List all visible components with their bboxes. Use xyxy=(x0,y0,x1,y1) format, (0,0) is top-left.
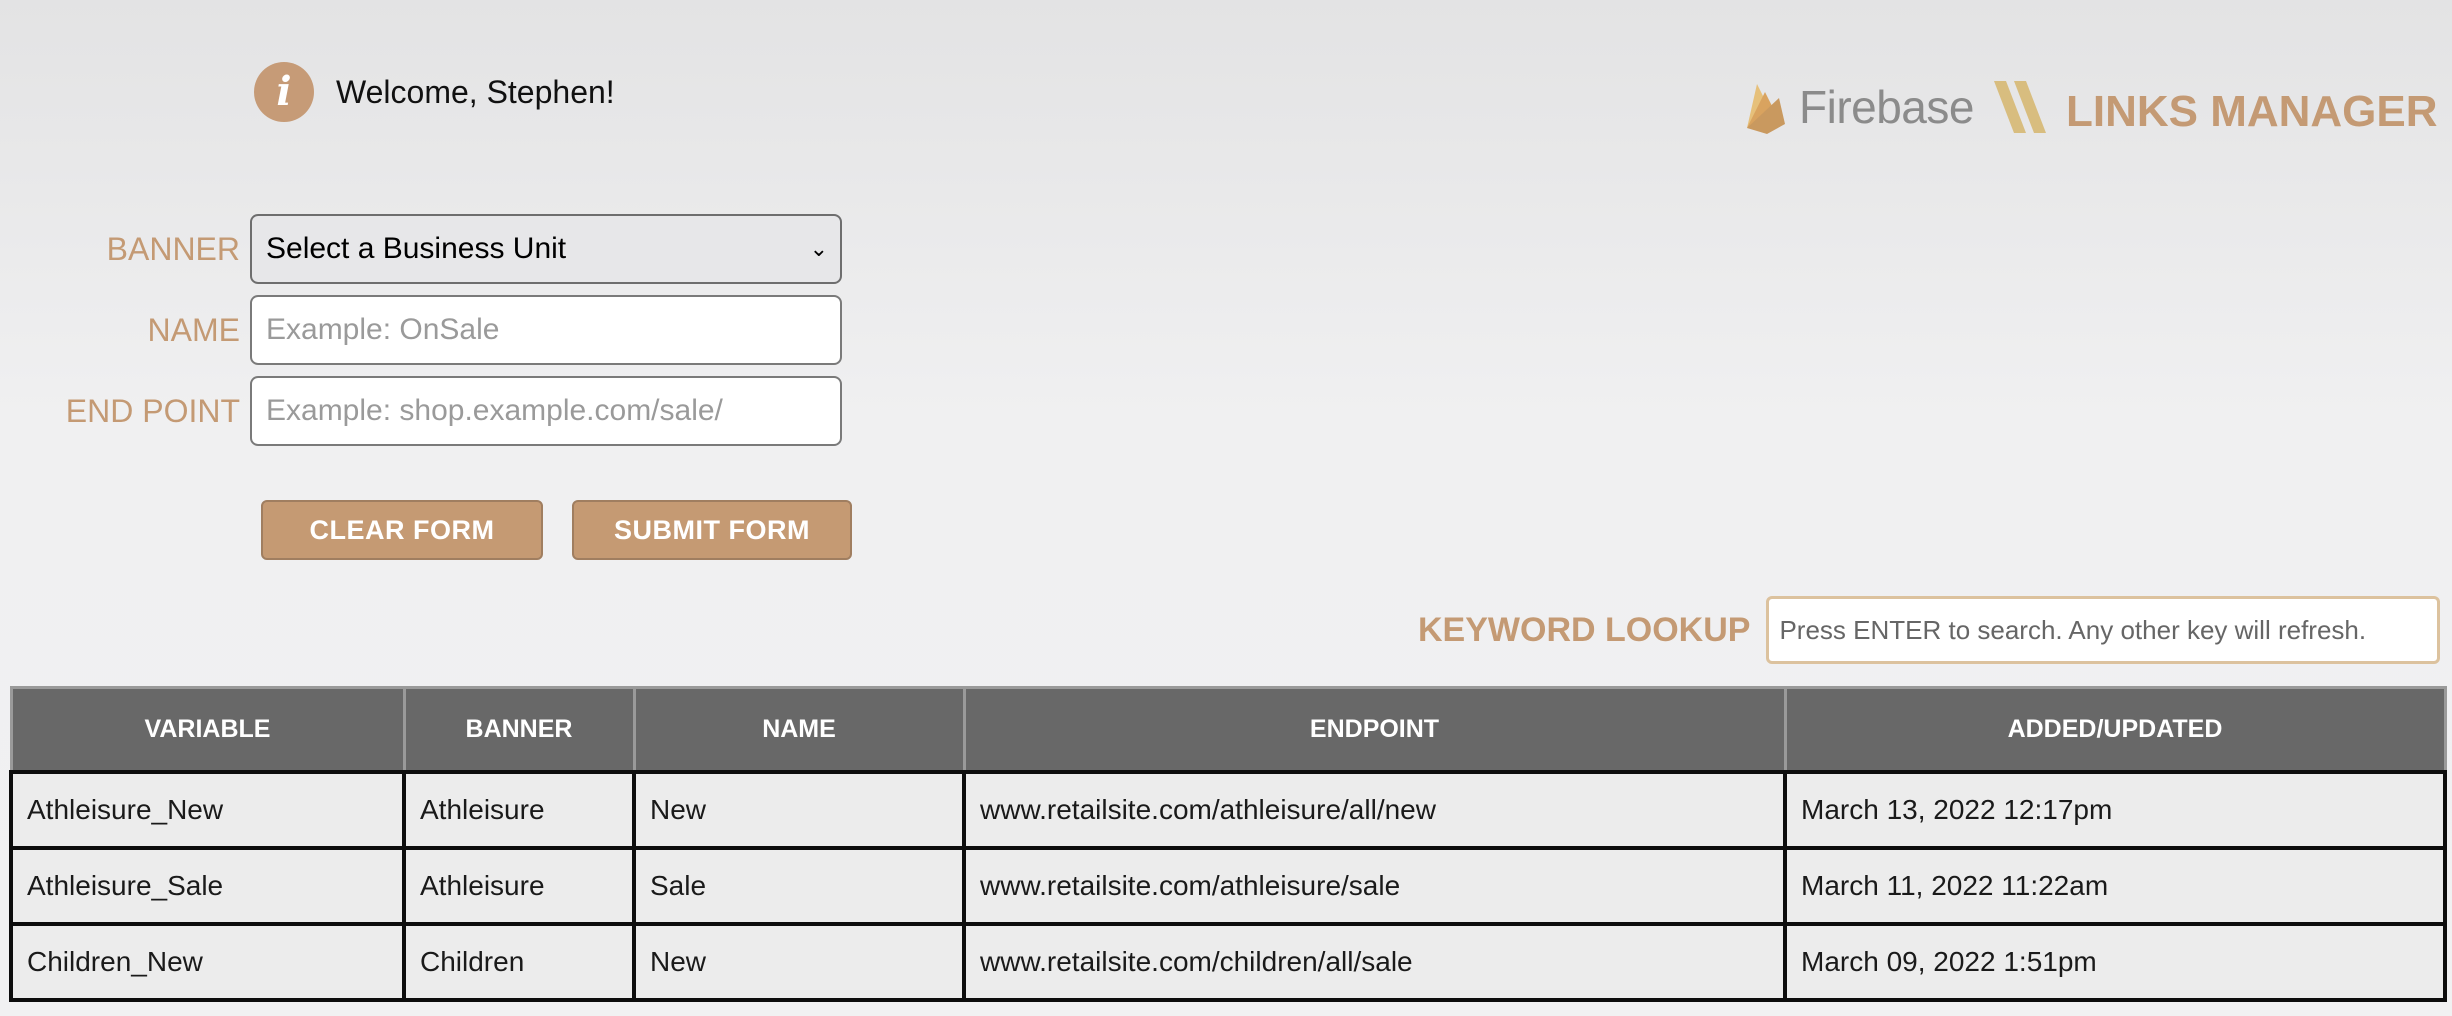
endpoint-row: END POINT xyxy=(0,376,842,446)
name-row: NAME xyxy=(0,295,842,365)
app-logo: Firebase LINKS MANAGER xyxy=(1745,74,2438,140)
links-table: VARIABLE BANNER NAME ENDPOINT ADDED/UPDA… xyxy=(9,686,2447,1002)
cell-name: New xyxy=(632,769,966,850)
cell-name: New xyxy=(632,921,966,1002)
cell-endpoint: www.retailsite.com/athleisure/sale xyxy=(962,845,1787,926)
clear-form-button[interactable]: CLEAR FORM xyxy=(261,500,543,560)
cell-banner: Athleisure xyxy=(402,769,636,850)
banner-select-value: Select a Business Unit xyxy=(266,232,567,265)
cell-endpoint: www.retailsite.com/children/all/sale xyxy=(962,921,1787,1002)
column-header-endpoint[interactable]: ENDPOINT xyxy=(962,686,1787,773)
column-header-banner[interactable]: BANNER xyxy=(402,686,636,773)
banner-row: BANNER Select a Business Unit ⌄ xyxy=(0,214,842,284)
table-header-row: VARIABLE BANNER NAME ENDPOINT ADDED/UPDA… xyxy=(9,686,2447,773)
table-row[interactable]: Athleisure_New Athleisure New www.retail… xyxy=(9,769,2447,850)
name-label: NAME xyxy=(147,311,240,348)
info-icon: i xyxy=(254,62,314,122)
chevron-down-icon: ⌄ xyxy=(809,236,828,261)
keyword-lookup-label: KEYWORD LOOKUP xyxy=(1418,610,1751,649)
name-input[interactable] xyxy=(250,295,842,365)
welcome-message: Welcome, Stephen! xyxy=(336,73,615,110)
firebase-flame-icon xyxy=(1747,84,1785,134)
column-header-name[interactable]: NAME xyxy=(632,686,966,773)
cell-banner: Children xyxy=(402,921,636,1002)
cell-variable: Athleisure_New xyxy=(9,769,406,850)
column-header-added-updated[interactable]: ADDED/UPDATED xyxy=(1783,686,2447,773)
cell-added-updated: March 13, 2022 12:17pm xyxy=(1783,769,2447,850)
endpoint-input[interactable] xyxy=(250,376,842,446)
cell-name: Sale xyxy=(632,845,966,926)
submit-form-button[interactable]: SUBMIT FORM xyxy=(572,500,852,560)
cell-added-updated: March 11, 2022 11:22am xyxy=(1783,845,2447,926)
banner-label: BANNER xyxy=(106,230,240,267)
banner-select[interactable]: Select a Business Unit ⌄ xyxy=(250,214,842,284)
cell-endpoint: www.retailsite.com/athleisure/all/new xyxy=(962,769,1787,850)
keyword-search-input[interactable] xyxy=(1766,596,2441,664)
endpoint-label: END POINT xyxy=(65,392,240,429)
cell-banner: Athleisure xyxy=(402,845,636,926)
welcome-banner: i Welcome, Stephen! xyxy=(254,62,615,122)
cell-variable: Athleisure_Sale xyxy=(9,845,406,926)
cell-variable: Children_New xyxy=(9,921,406,1002)
table-row[interactable]: Children_New Children New www.retailsite… xyxy=(9,921,2447,1002)
logo-firebase-text: Firebase xyxy=(1799,81,1974,133)
column-header-variable[interactable]: VARIABLE xyxy=(9,686,406,773)
table-row[interactable]: Athleisure_Sale Athleisure Sale www.reta… xyxy=(9,845,2447,926)
keyword-lookup: KEYWORD LOOKUP xyxy=(1418,596,2441,664)
logo-product-name: LINKS MANAGER xyxy=(2065,87,2438,136)
cell-added-updated: March 09, 2022 1:51pm xyxy=(1783,921,2447,1002)
logo-divider-icon xyxy=(1993,81,2046,133)
